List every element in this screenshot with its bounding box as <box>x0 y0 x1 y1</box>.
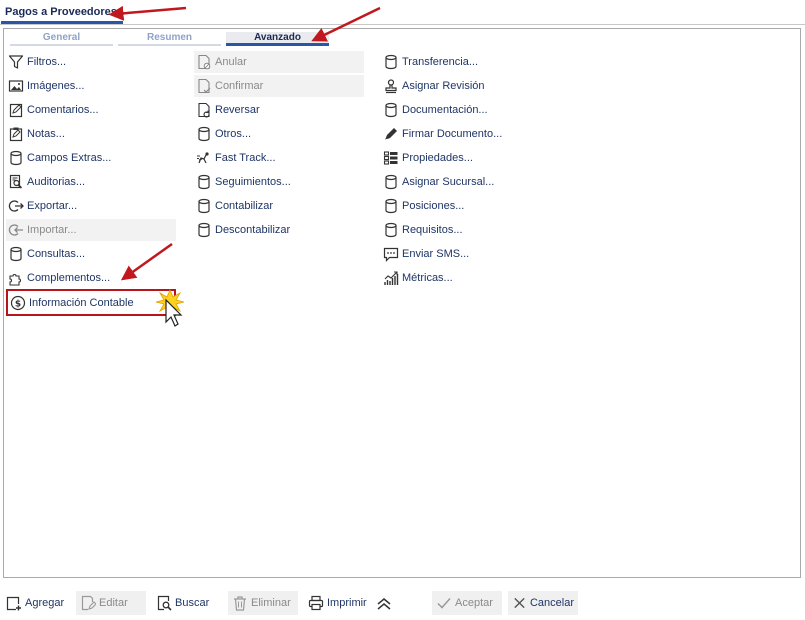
clipboard-icon <box>8 126 24 142</box>
edit-icon <box>80 595 96 611</box>
menu-item-complementos[interactable]: Complementos... <box>6 267 176 289</box>
menu-item-informacion-contable[interactable]: Información Contable <box>6 289 176 316</box>
menu-item-exportar[interactable]: Exportar... <box>6 195 176 217</box>
menu-item-contabilizar[interactable]: Contabilizar <box>194 195 364 217</box>
menu-item-imagenes[interactable]: Imágenes... <box>6 75 176 97</box>
window-tab-title[interactable]: Pagos a Proveedores <box>1 3 123 24</box>
tab-resumen[interactable]: Resumen <box>118 32 221 46</box>
database-icon <box>196 126 212 142</box>
menu-item-comentarios[interactable]: Comentarios... <box>6 99 176 121</box>
database-icon <box>8 150 24 166</box>
reverse-doc-icon <box>196 102 212 118</box>
menu-item-consultas[interactable]: Consultas... <box>6 243 176 265</box>
add-icon <box>6 595 22 611</box>
search-icon <box>156 595 172 611</box>
puzzle-icon <box>8 270 24 286</box>
confirm-doc-icon <box>196 78 212 94</box>
menu-item-descontabilizar[interactable]: Descontabilizar <box>194 219 364 241</box>
annotation-arrow-title <box>108 5 187 21</box>
database-icon <box>383 198 399 214</box>
pen-icon <box>383 126 399 142</box>
accept-button[interactable]: Aceptar <box>432 591 502 615</box>
collapse-toolbar-button[interactable] <box>372 591 399 615</box>
menu-item-fast-track[interactable]: Fast Track... <box>194 147 364 169</box>
filter-icon <box>8 54 24 70</box>
database-icon <box>196 174 212 190</box>
cancel-button[interactable]: Cancelar <box>508 591 578 615</box>
menu-item-metricas[interactable]: Métricas... <box>381 267 561 289</box>
menu-item-documentacion[interactable]: Documentación... <box>381 99 561 121</box>
cancel-doc-icon <box>196 54 212 70</box>
add-button[interactable]: Agregar <box>2 591 68 615</box>
edit-button[interactable]: Editar <box>76 591 146 615</box>
metrics-icon <box>383 270 399 286</box>
close-icon <box>512 595 527 611</box>
menu-item-notas[interactable]: Notas... <box>6 123 176 145</box>
options-panel: General Resumen Avanzado Filtros... Imág… <box>3 28 801 578</box>
printer-icon <box>308 595 324 611</box>
menu-item-asignar-revision[interactable]: Asignar Revisión <box>381 75 561 97</box>
export-icon <box>8 198 24 214</box>
menu-item-anular[interactable]: Anular <box>194 51 364 73</box>
menu-item-seguimientos[interactable]: Seguimientos... <box>194 171 364 193</box>
database-icon <box>383 54 399 70</box>
sms-icon <box>383 246 399 262</box>
title-divider <box>0 24 805 25</box>
image-icon <box>8 78 24 94</box>
search-button[interactable]: Buscar <box>152 591 213 615</box>
import-icon <box>8 222 24 238</box>
print-button[interactable]: Imprimir <box>304 591 371 615</box>
check-icon <box>436 595 452 611</box>
menu-item-otros[interactable]: Otros... <box>194 123 364 145</box>
database-icon <box>383 174 399 190</box>
double-chevron-up-icon <box>376 595 392 611</box>
trash-icon <box>232 595 248 611</box>
stamp-icon <box>383 78 399 94</box>
menu-item-enviar-sms[interactable]: Enviar SMS... <box>381 243 561 265</box>
database-icon <box>196 222 212 238</box>
database-icon <box>383 222 399 238</box>
menu-item-posiciones[interactable]: Posiciones... <box>381 195 561 217</box>
menu-item-transferencia[interactable]: Transferencia... <box>381 51 561 73</box>
database-icon <box>196 198 212 214</box>
bottom-toolbar: Agregar Editar Buscar Eliminar Imprimir … <box>0 585 805 620</box>
menu-item-asignar-sucursal[interactable]: Asignar Sucursal... <box>381 171 561 193</box>
edit-note-icon <box>8 102 24 118</box>
menu-item-filtros[interactable]: Filtros... <box>6 51 176 73</box>
menu-item-reversar[interactable]: Reversar <box>194 99 364 121</box>
menu-item-confirmar[interactable]: Confirmar <box>194 75 364 97</box>
audit-search-icon <box>8 174 24 190</box>
menu-item-campos-extras[interactable]: Campos Extras... <box>6 147 176 169</box>
sub-tabs: General Resumen Avanzado <box>10 32 795 46</box>
menu-item-propiedades[interactable]: Propiedades... <box>381 147 561 169</box>
menu-item-firmar-documento[interactable]: Firmar Documento... <box>381 123 561 145</box>
menu-item-importar[interactable]: Importar... <box>6 219 176 241</box>
database-icon <box>383 102 399 118</box>
dollar-circle-icon <box>10 295 26 311</box>
tab-general[interactable]: General <box>10 32 113 46</box>
menu-item-auditorias[interactable]: Auditorias... <box>6 171 176 193</box>
properties-list-icon <box>383 150 399 166</box>
delete-button[interactable]: Eliminar <box>228 591 298 615</box>
tab-avanzado[interactable]: Avanzado <box>226 32 329 46</box>
database-icon <box>8 246 24 262</box>
fast-track-icon <box>196 150 212 166</box>
menu-item-requisitos[interactable]: Requisitos... <box>381 219 561 241</box>
